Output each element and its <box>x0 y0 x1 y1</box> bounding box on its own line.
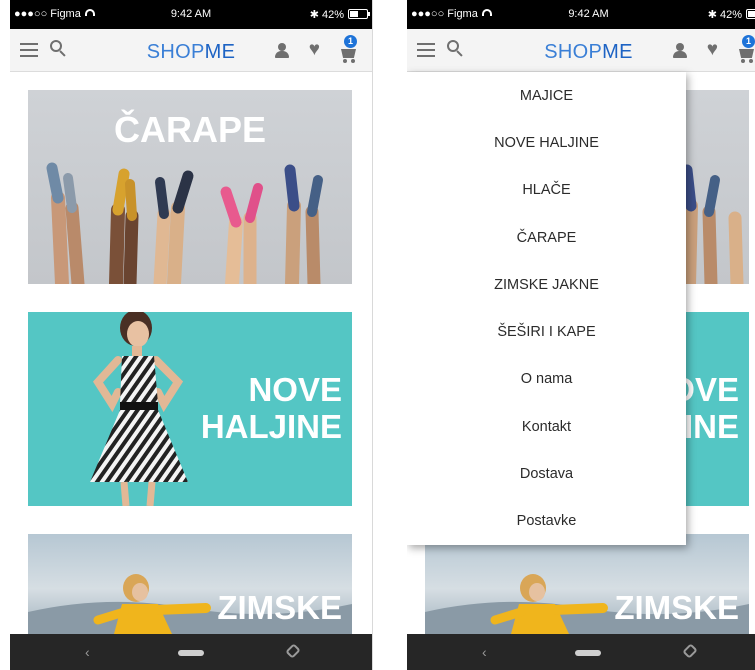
banner-zimske[interactable]: ZIMSKE <box>28 534 352 634</box>
back-icon[interactable]: ‹ <box>85 644 90 660</box>
banner-title-zimske: ZIMSKE <box>614 589 739 626</box>
rotate-icon[interactable] <box>682 643 698 659</box>
home-icon[interactable] <box>178 650 204 656</box>
android-nav-bar: ‹ <box>407 634 755 670</box>
back-icon[interactable]: ‹ <box>482 644 487 660</box>
heart-icon[interactable]: ♥ <box>309 40 320 59</box>
menu-item-o-nama[interactable]: O nama <box>407 356 686 403</box>
banner-title-nove-haljine: NOVE HALJINE <box>200 371 342 445</box>
app-bar: SHOPME ♥ 1 <box>10 29 372 72</box>
menu-item-hlace[interactable]: HLAČE <box>407 167 686 214</box>
status-time: 9:42 AM <box>568 8 609 20</box>
menu-item-postavke[interactable]: Postavke <box>407 498 686 545</box>
heart-icon[interactable]: ♥ <box>707 40 718 59</box>
shopme-logo[interactable]: SHOPME <box>407 41 755 64</box>
battery-percent: ✱ 42% <box>309 9 344 21</box>
cart-count-badge: 1 <box>742 35 755 48</box>
menu-item-majice[interactable]: MAJICE <box>407 72 686 119</box>
phone-screen-home: ●●●○○ Figma 9:42 AM ✱ 42% SHOPME ♥ 1 ČAR… <box>10 0 373 670</box>
cart-icon[interactable]: 1 <box>338 35 360 64</box>
user-icon[interactable] <box>672 43 688 59</box>
battery-percent: ✱ 42% <box>707 9 742 21</box>
battery-icon <box>348 9 370 19</box>
menu-item-carape[interactable]: ČARAPE <box>407 214 686 261</box>
menu-item-dostava[interactable]: Dostava <box>407 450 686 497</box>
banner-carape[interactable]: ČARAPE <box>28 90 352 284</box>
menu-item-sesiri-i-kape[interactable]: ŠEŠIRI I KAPE <box>407 308 686 355</box>
android-nav-bar: ‹ <box>10 634 372 670</box>
user-icon[interactable] <box>274 43 290 59</box>
status-bar: ●●●○○ Figma 9:42 AM ✱ 42% <box>407 0 755 29</box>
banner-title-carape: ČARAPE <box>113 109 266 150</box>
cart-count-badge: 1 <box>344 35 357 48</box>
menu-item-nove-haljine[interactable]: NOVE HALJINE <box>407 119 686 166</box>
cart-icon[interactable]: 1 <box>736 35 755 64</box>
banner-nove-haljine[interactable]: NOVE HALJINE <box>28 312 352 506</box>
banner-zimske[interactable]: ZIMSKE <box>425 534 749 634</box>
menu-item-kontakt[interactable]: Kontakt <box>407 403 686 450</box>
category-dropdown-menu: MAJICE NOVE HALJINE HLAČE ČARAPE ZIMSKE … <box>407 72 686 545</box>
phone-screen-menu-open: ●●●○○ Figma 9:42 AM ✱ 42% SHOPME ♥ 1 NOV… <box>407 0 755 670</box>
battery-icon <box>746 9 755 19</box>
home-icon[interactable] <box>575 650 601 656</box>
app-bar: SHOPME ♥ 1 <box>407 29 755 72</box>
menu-item-zimske-jakne[interactable]: ZIMSKE JAKNE <box>407 261 686 308</box>
banner-title-zimske: ZIMSKE <box>217 589 342 626</box>
rotate-icon[interactable] <box>285 643 301 659</box>
status-bar: ●●●○○ Figma 9:42 AM ✱ 42% <box>10 0 372 29</box>
